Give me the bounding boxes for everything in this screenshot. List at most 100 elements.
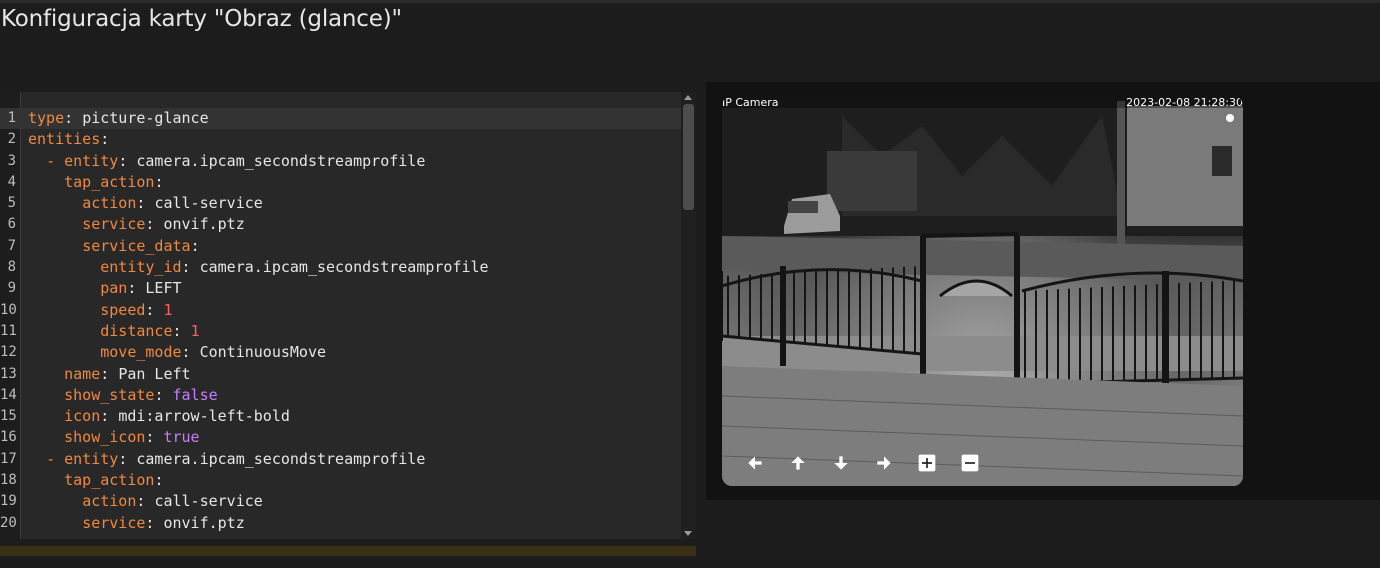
line-number: 12 (0, 344, 17, 361)
yaml-key: show_state (64, 385, 155, 404)
arrow-up-bold-icon[interactable] (787, 452, 809, 474)
yaml-key: service_data (82, 236, 191, 255)
yaml-value: picture-glance (82, 109, 209, 127)
line-number: 16 (0, 429, 17, 446)
yaml-value: Pan Left (118, 364, 191, 383)
line-number: 11 (0, 322, 17, 339)
yaml-key: show_icon (64, 428, 146, 447)
code-line[interactable]: 14 show_state: false (0, 385, 681, 406)
line-number: 20 (0, 514, 17, 531)
line-number: 8 (7, 259, 16, 276)
code-text: type: picture-glance (28, 109, 209, 127)
yaml-value: call-service (154, 194, 263, 213)
yaml-value: LEFT (145, 279, 182, 298)
yaml-value: onvif.ptz (163, 513, 245, 532)
code-line[interactable]: 4 tap_action: (0, 172, 681, 193)
code-text: service: onvif.ptz (82, 513, 245, 532)
code-line[interactable]: 9 pan: LEFT (0, 278, 681, 299)
yaml-key: action (82, 194, 137, 213)
camera-timestamp-overlay: 2023-02-08 21:28:30 (1126, 96, 1243, 109)
code-line[interactable]: 7 service_data: (0, 236, 681, 257)
line-number: 15 (0, 408, 17, 425)
line-number: 3 (7, 152, 16, 169)
yaml-key: entity_id (100, 258, 182, 277)
scrollbar-thumb[interactable] (683, 104, 694, 210)
code-text: move_mode: ContinuousMove (100, 343, 327, 362)
yaml-key: speed (100, 300, 146, 319)
card-preview-panel: IP Camera 2023-02-08 21:28:30 (706, 82, 1380, 500)
code-text: tap_action: (64, 471, 164, 490)
line-number: 13 (0, 365, 17, 382)
line-number: 1 (7, 110, 16, 126)
line-number: 18 (0, 472, 17, 489)
plus-box-icon[interactable] (916, 452, 938, 474)
yaml-key: tap_action (64, 172, 155, 191)
top-border (0, 0, 1380, 3)
yaml-value: true (163, 428, 200, 447)
yaml-value: camera.ipcam_secondstreamprofile (136, 151, 426, 170)
minus-box-icon[interactable] (959, 452, 981, 474)
arrow-left-bold-icon[interactable] (744, 452, 766, 474)
line-number: 2 (7, 131, 16, 148)
line-number: 5 (7, 195, 16, 212)
yaml-value: call-service (154, 492, 263, 511)
code-line[interactable]: 16 show_icon: true (0, 427, 681, 448)
line-number: 19 (0, 493, 17, 510)
arrow-down-bold-icon[interactable] (830, 452, 852, 474)
camera-snapshot-image (722, 96, 1243, 486)
picture-glance-card[interactable]: IP Camera 2023-02-08 21:28:30 (722, 96, 1243, 486)
editor-scrollbar[interactable] (681, 92, 696, 539)
code-text: action: call-service (82, 492, 263, 511)
yaml-value: camera.ipcam_secondstreamprofile (136, 449, 426, 468)
code-text: name: Pan Left (64, 364, 191, 383)
scroll-down-arrow-icon[interactable] (684, 531, 692, 536)
yaml-key: tap_action (64, 471, 155, 490)
yaml-key: entities (28, 130, 101, 149)
code-line[interactable]: 11 distance: 1 (0, 321, 681, 342)
yaml-key: type (28, 109, 65, 127)
yaml-key: icon (64, 407, 101, 426)
code-line[interactable]: 15 icon: mdi:arrow-left-bold (0, 406, 681, 427)
code-line[interactable]: 13 name: Pan Left (0, 364, 681, 385)
line-number: 17 (0, 450, 17, 467)
yaml-key: pan (100, 279, 128, 298)
code-line[interactable]: 1 type: picture-glance (0, 108, 681, 130)
line-number: 6 (7, 216, 16, 233)
yaml-value: ContinuousMove (199, 343, 327, 362)
yaml-value: mdi:arrow-left-bold (118, 407, 290, 426)
arrow-right-bold-icon[interactable] (873, 452, 895, 474)
code-line[interactable]: 8 entity_id: camera.ipcam_secondstreampr… (0, 257, 681, 278)
code-line[interactable]: 17 - entity: camera.ipcam_secondstreampr… (0, 449, 681, 470)
code-text: entity_id: camera.ipcam_secondstreamprof… (100, 258, 489, 277)
code-line[interactable]: 19 action: call-service (0, 491, 681, 512)
code-lines[interactable]: 1 type: picture-glance 2 entities: 3 - entit… (0, 108, 681, 534)
code-text: speed: 1 (100, 300, 173, 319)
yaml-value: onvif.ptz (163, 215, 245, 234)
code-line[interactable]: 2 entities: (0, 129, 681, 150)
code-line[interactable]: 10 speed: 1 (0, 300, 681, 321)
yaml-value: 1 (163, 300, 173, 319)
code-line[interactable]: 12 move_mode: ContinuousMove (0, 342, 681, 363)
scroll-up-arrow-icon[interactable] (684, 95, 692, 100)
code-line[interactable]: 3 - entity: camera.ipcam_secondstreampro… (0, 151, 681, 172)
line-number: 7 (7, 237, 16, 254)
code-text: service_data: (82, 236, 200, 255)
code-line[interactable]: 20 service: onvif.ptz (0, 513, 681, 534)
yaml-code-editor[interactable]: 1 type: picture-glance 2 entities: 3 - entit… (0, 92, 696, 539)
code-text: - entity: camera.ipcam_secondstreamprofi… (46, 151, 426, 170)
code-line[interactable]: 18 tap_action: (0, 470, 681, 491)
yaml-key: entity (64, 151, 119, 170)
code-text: - entity: camera.ipcam_secondstreamprofi… (46, 449, 426, 468)
code-text: distance: 1 (100, 321, 200, 340)
yaml-key: entity (64, 449, 119, 468)
yaml-value: false (172, 385, 218, 404)
yaml-key: move_mode (100, 343, 182, 362)
code-line[interactable]: 6 service: onvif.ptz (0, 214, 681, 235)
line-number: 14 (0, 386, 17, 403)
dialog-title: Konfiguracja karty "Obraz (glance)" (1, 6, 402, 32)
code-line[interactable]: 5 action: call-service (0, 193, 681, 214)
line-number: 10 (0, 301, 17, 318)
code-text: tap_action: (64, 172, 164, 191)
yaml-key: name (64, 364, 101, 383)
code-text: show_icon: true (64, 428, 200, 447)
